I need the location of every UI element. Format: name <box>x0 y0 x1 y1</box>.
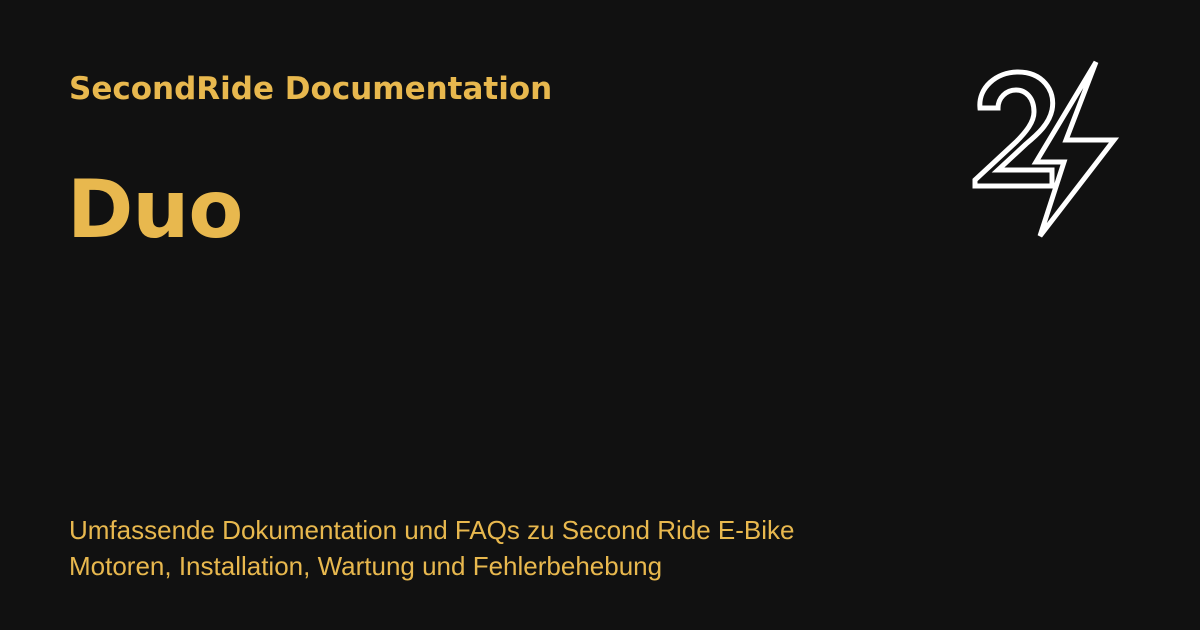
page-description: Umfassende Dokumentation und FAQs zu Sec… <box>69 512 949 584</box>
description-line-1: Umfassende Dokumentation und FAQs zu Sec… <box>69 515 795 545</box>
logo-two-shape <box>972 69 1056 189</box>
page-title: Duo <box>67 163 243 256</box>
description-line-2: Motoren, Installation, Wartung und Fehle… <box>69 551 663 581</box>
secondride-logo-icon <box>972 60 1120 238</box>
site-name: SecondRide Documentation <box>69 71 553 107</box>
